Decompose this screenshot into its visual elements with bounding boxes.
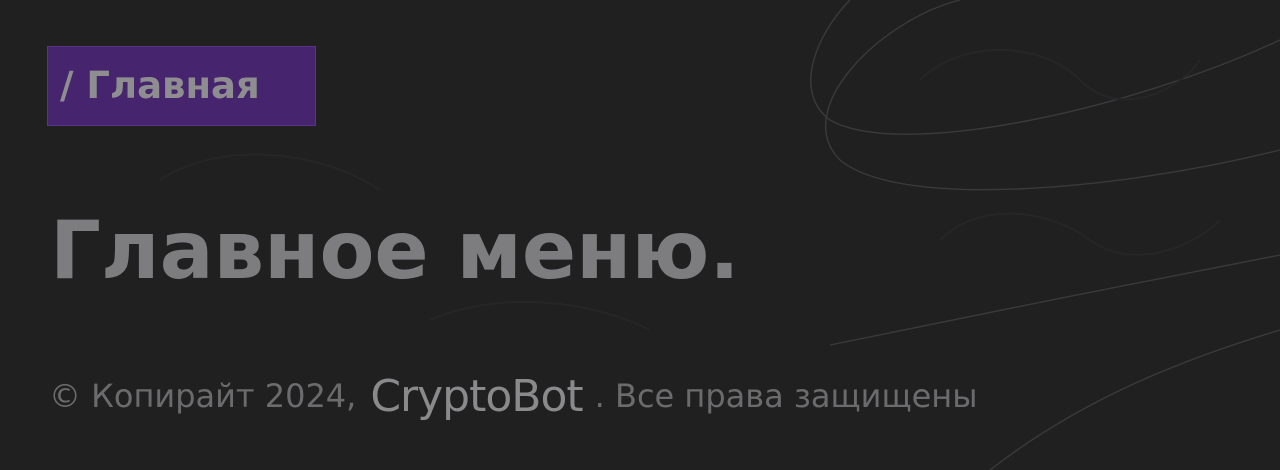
footer: © Копирайт 2024, CryptoBot . Все права з…	[49, 364, 977, 428]
breadcrumb-label: / Главная	[60, 64, 260, 107]
copyright-text: © Копирайт 2024,	[49, 377, 357, 415]
brand-name: CryptoBot	[370, 370, 583, 422]
rights-text: . Все права защищены	[594, 377, 978, 415]
breadcrumb[interactable]: / Главная	[47, 46, 316, 126]
page: / Главная Главное меню. © Копирайт 2024,…	[0, 0, 1280, 470]
page-title: Главное меню.	[50, 204, 740, 297]
